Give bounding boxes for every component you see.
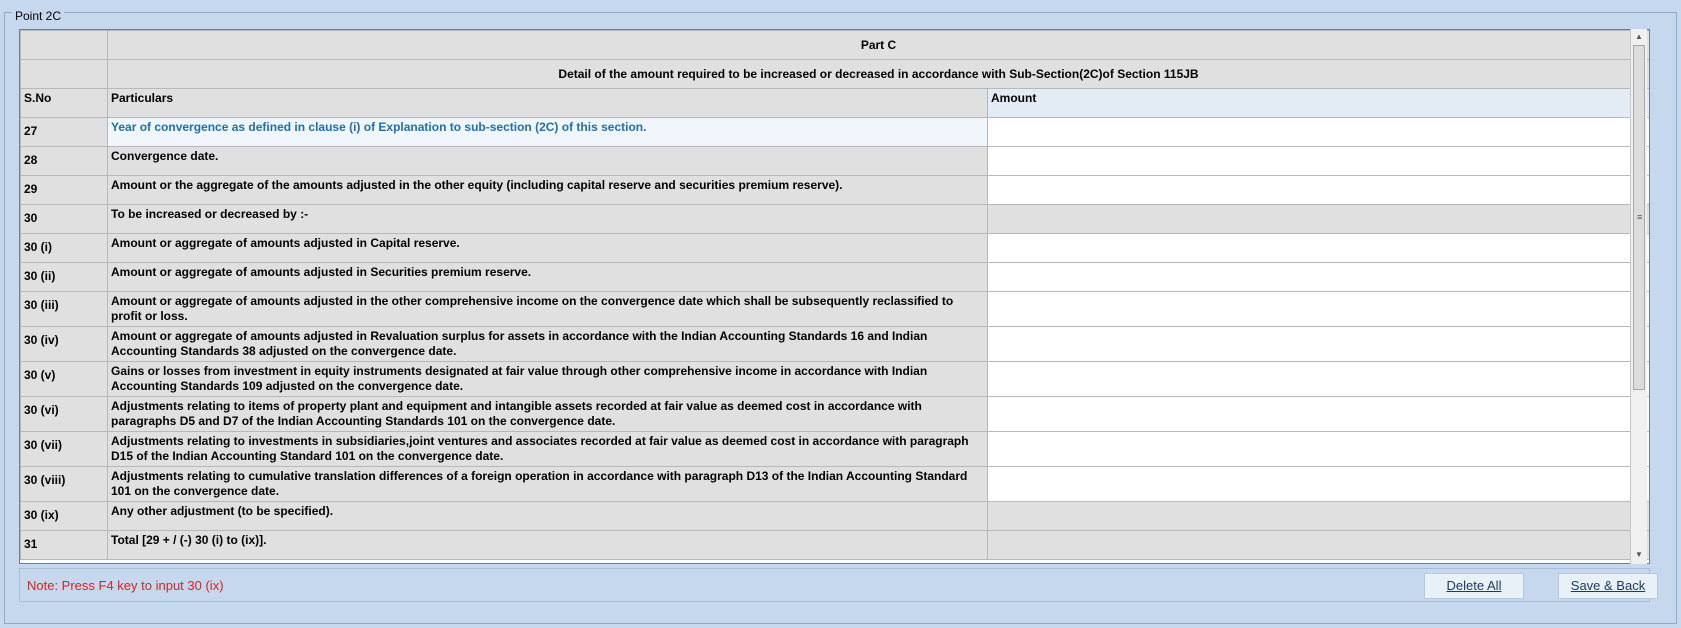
delete-all-button[interactable]: Delete All	[1424, 573, 1524, 599]
table-row[interactable]: 30 (ii) Amount or aggregate of amounts a…	[20, 262, 1649, 292]
column-header-sno[interactable]: S.No	[20, 88, 108, 118]
row-amount-cell[interactable]	[987, 262, 1649, 292]
row-sno: 30 (i)	[20, 233, 108, 263]
row-amount-cell	[987, 530, 1649, 560]
row-particulars[interactable]: To be increased or decreased by :-	[107, 204, 988, 234]
vertical-scrollbar[interactable]: ▲ ≡ ▼	[1630, 29, 1647, 564]
row-amount-cell[interactable]	[987, 396, 1649, 432]
row-particulars[interactable]: Adjustments relating to items of propert…	[107, 396, 988, 432]
row-sno: 29	[20, 175, 108, 205]
row-sno: 30 (ii)	[20, 262, 108, 292]
table-row[interactable]: 29 Amount or the aggregate of the amount…	[20, 175, 1649, 205]
table-row[interactable]: 30 (ix) Any other adjustment (to be spec…	[20, 501, 1649, 531]
table-row[interactable]: 30 (viii) Adjustments relating to cumula…	[20, 466, 1649, 502]
row-amount-cell[interactable]	[987, 146, 1649, 176]
row-amount-cell	[987, 204, 1649, 234]
row-amount-cell[interactable]	[987, 466, 1649, 502]
header-blank	[20, 30, 108, 60]
row-amount-cell[interactable]	[987, 326, 1649, 362]
table-row[interactable]: 30 (i) Amount or aggregate of amounts ad…	[20, 233, 1649, 263]
row-amount-cell[interactable]	[987, 431, 1649, 467]
row-sno: 27	[20, 117, 108, 147]
row-particulars[interactable]: Amount or the aggregate of the amounts a…	[107, 175, 988, 205]
part-c-table: Part C Detail of the amount required to …	[20, 30, 1649, 560]
row-particulars[interactable]: Adjustments relating to investments in s…	[107, 431, 988, 467]
table-row[interactable]: 30 (vi) Adjustments relating to items of…	[20, 396, 1649, 432]
table-row[interactable]: 30 (v) Gains or losses from investment i…	[20, 361, 1649, 397]
table-row[interactable]: 27 Year of convergence as defined in cla…	[20, 117, 1649, 147]
row-particulars[interactable]: Year of convergence as defined in clause…	[107, 117, 988, 147]
row-sno: 30 (ix)	[20, 501, 108, 531]
save-back-button[interactable]: Save & Back	[1558, 573, 1658, 599]
row-sno: 30 (iii)	[20, 291, 108, 327]
row-particulars[interactable]: Total [29 + / (-) 30 (i) to (ix)].	[107, 530, 988, 560]
f4-note: Note: Press F4 key to input 30 (ix)	[27, 578, 224, 593]
row-amount-cell[interactable]	[987, 117, 1649, 147]
table-row[interactable]: 28 Convergence date.	[20, 146, 1649, 176]
column-header-amount[interactable]: Amount	[987, 88, 1649, 118]
table-row[interactable]: 30 (iv) Amount or aggregate of amounts a…	[20, 326, 1649, 362]
row-amount-cell	[987, 501, 1649, 531]
row-particulars[interactable]: Amount or aggregate of amounts adjusted …	[107, 233, 988, 263]
scroll-down-icon[interactable]: ▼	[1635, 550, 1643, 559]
row-sno: 31	[20, 530, 108, 560]
table-row[interactable]: 31 Total [29 + / (-) 30 (i) to (ix)].	[20, 530, 1649, 560]
row-amount-cell[interactable]	[987, 175, 1649, 205]
table-row[interactable]: 30 To be increased or decreased by :-	[20, 204, 1649, 234]
row-particulars[interactable]: Gains or losses from investment in equit…	[107, 361, 988, 397]
column-header-particulars[interactable]: Particulars	[107, 88, 988, 118]
row-particulars[interactable]: Amount or aggregate of amounts adjusted …	[107, 326, 988, 362]
row-amount-cell[interactable]	[987, 361, 1649, 397]
groupbox-title: Point 2C	[12, 9, 65, 23]
row-sno: 30 (vii)	[20, 431, 108, 467]
row-amount-cell[interactable]	[987, 233, 1649, 263]
header-part-c: Part C	[107, 30, 1649, 60]
row-particulars[interactable]: Convergence date.	[107, 146, 988, 176]
row-particulars[interactable]: Amount or aggregate of amounts adjusted …	[107, 291, 988, 327]
row-sno: 30 (iv)	[20, 326, 108, 362]
header-blank	[20, 59, 108, 89]
row-sno: 30	[20, 204, 108, 234]
row-sno: 30 (viii)	[20, 466, 108, 502]
row-particulars[interactable]: Amount or aggregate of amounts adjusted …	[107, 262, 988, 292]
scroll-up-icon[interactable]: ▲	[1635, 32, 1643, 41]
data-grid[interactable]: Part C Detail of the amount required to …	[19, 29, 1650, 564]
header-detail: Detail of the amount required to be incr…	[107, 59, 1649, 89]
row-particulars[interactable]: Any other adjustment (to be specified).	[107, 501, 988, 531]
row-sno: 30 (v)	[20, 361, 108, 397]
row-amount-cell[interactable]	[987, 291, 1649, 327]
table-row[interactable]: 30 (iii) Amount or aggregate of amounts …	[20, 291, 1649, 327]
table-row[interactable]: 30 (vii) Adjustments relating to investm…	[20, 431, 1649, 467]
grip-icon: ≡	[1637, 212, 1643, 222]
row-sno: 30 (vi)	[20, 396, 108, 432]
row-sno: 28	[20, 146, 108, 176]
footer-bar: Note: Press F4 key to input 30 (ix) Dele…	[19, 568, 1658, 602]
row-particulars[interactable]: Adjustments relating to cumulative trans…	[107, 466, 988, 502]
scrollbar-thumb[interactable]: ≡	[1633, 45, 1645, 390]
